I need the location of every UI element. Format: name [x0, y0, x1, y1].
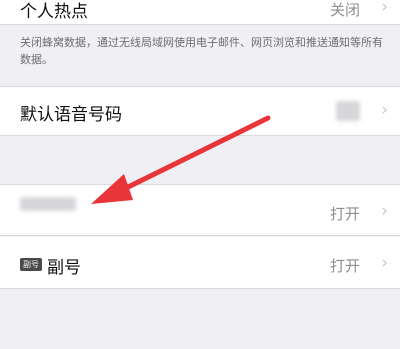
personal-hotspot-row[interactable]: 个人热点 关闭 › [0, 0, 400, 25]
redacted-value [336, 101, 360, 121]
primary-line-row[interactable]: 打开 › [0, 184, 400, 236]
chevron-right-icon: › [381, 100, 388, 120]
default-voice-line-row[interactable]: 默认语音号码 › [0, 86, 400, 136]
chevron-right-icon: › [381, 253, 388, 273]
redacted-line-name [20, 197, 76, 211]
cellular-data-footnote: 关闭蜂窝数据，通过无线局域网使用电子邮件、网页浏览和推送通知等所有数据。 [20, 36, 383, 66]
chevron-right-icon: › [381, 0, 388, 17]
secondary-line-value: 打开 [329, 257, 360, 275]
chevron-right-icon: › [381, 201, 388, 221]
secondary-line-label: 副号 [47, 258, 81, 278]
bottom-blank-row [0, 290, 400, 349]
personal-hotspot-value: 关闭 [329, 1, 360, 19]
default-voice-line-label: 默认语音号码 [20, 105, 122, 125]
primary-line-value: 打开 [329, 205, 360, 223]
secondary-line-badge-icon: 副号 [20, 258, 42, 271]
personal-hotspot-label: 个人热点 [20, 2, 88, 22]
secondary-line-row[interactable]: 副号 副号 打开 › [0, 237, 400, 289]
